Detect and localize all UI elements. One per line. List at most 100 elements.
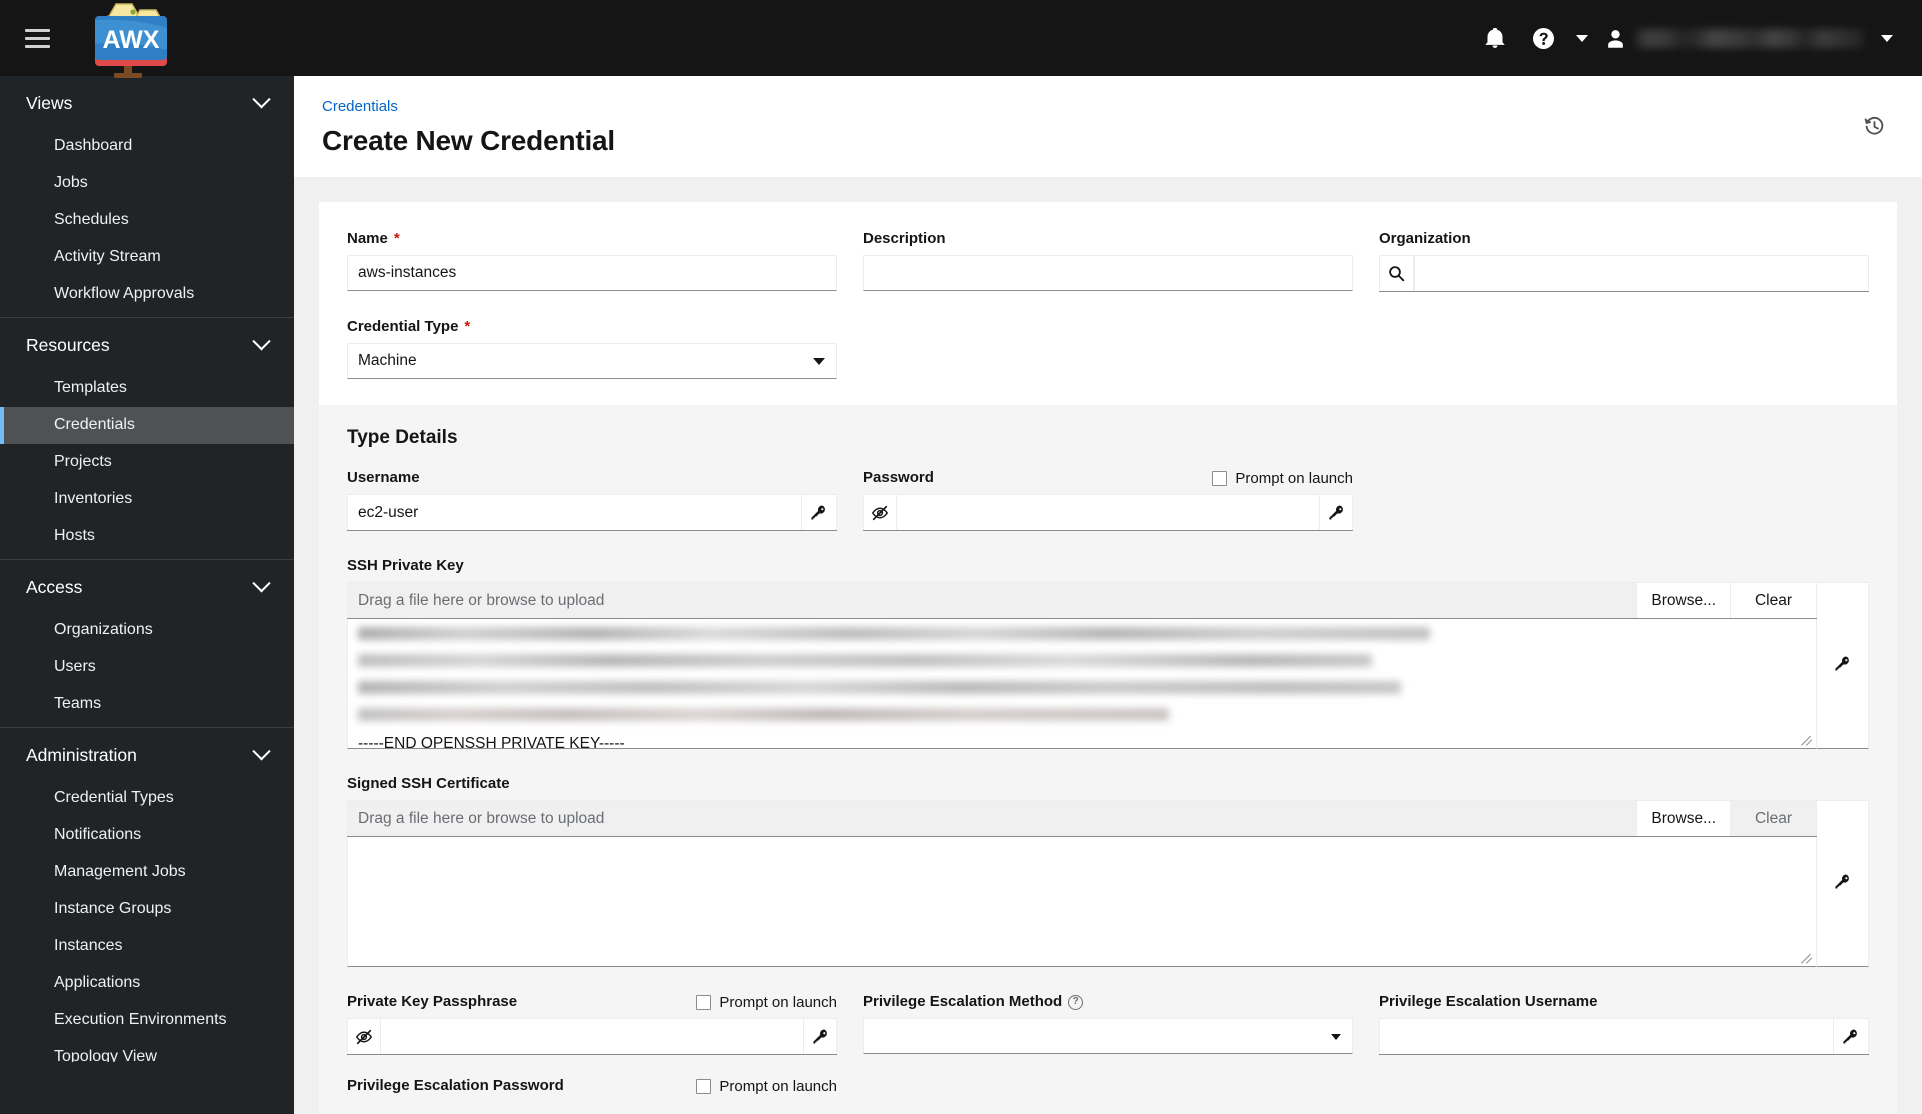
ssh-private-key-textarea[interactable]: -----END OPENSSH PRIVATE KEY----- [347,619,1817,749]
sidebar-item-topology-view[interactable]: Topology View [0,1039,294,1062]
sidebar-item-management-jobs[interactable]: Management Jobs [0,854,294,891]
sidebar-item-notifications[interactable]: Notifications [0,817,294,854]
sidebar-item-organizations[interactable]: Organizations [0,615,294,649]
nav-group-header-views[interactable]: Views [0,76,294,131]
sidebar-item-instances[interactable]: Instances [0,928,294,965]
sidebar-item-hosts[interactable]: Hosts [0,518,294,560]
eye-slash-icon[interactable] [863,494,896,530]
sidebar-item-credentials[interactable]: Credentials [0,406,294,444]
sidebar-item-schedules[interactable]: Schedules [0,202,294,239]
password-label-row: Password Prompt on launch [863,469,1353,487]
breadcrumb-credentials[interactable]: Credentials [322,98,398,115]
name-input[interactable] [347,255,837,291]
organization-label-text: Organization [1379,230,1471,247]
signed-ssh-certificate-textarea-box [347,837,1817,967]
key-icon[interactable] [1833,1018,1869,1054]
password-label: Password [863,469,934,487]
privilege-escalation-username-label-text: Privilege Escalation Username [1379,993,1598,1010]
key-icon[interactable] [801,494,837,530]
sidebar-item-projects[interactable]: Projects [0,444,294,481]
spacer-col [863,318,1353,379]
page-title: Create New Credential [322,125,616,156]
organization-input-group [1379,255,1869,292]
ssh-private-key-textarea-box: -----END OPENSSH PRIVATE KEY----- [347,619,1817,749]
privilege-escalation-username-input[interactable] [1379,1018,1834,1054]
privilege-escalation-method-select[interactable] [863,1018,1353,1054]
passphrase-prompt-on-launch[interactable]: Prompt on launch [696,994,837,1011]
bell-icon[interactable] [1473,16,1517,60]
name-label: Name * [347,230,837,248]
help-caret-down-icon[interactable] [1569,16,1595,60]
description-label-text: Description [863,230,946,247]
prompt-on-launch-checkbox[interactable] [1212,470,1228,486]
signed-ssh-certificate-textarea[interactable] [347,837,1817,967]
sidebar-item-users[interactable]: Users [0,649,294,686]
nav-group-header-access[interactable]: Access [0,560,294,615]
user-caret-down-icon[interactable] [1874,16,1900,60]
password-input[interactable] [895,494,1321,530]
page-header: Credentials Create New Credential [294,76,1922,177]
user-menu[interactable] [1599,16,1870,60]
search-icon[interactable] [1379,255,1415,291]
masthead: AWX [0,0,1922,78]
prompt-on-launch-checkbox[interactable] [696,994,712,1010]
hamburger-icon[interactable] [8,0,66,76]
prompt-on-launch-checkbox[interactable] [696,1078,712,1094]
nav-group-resources: Resources Templates Credentials Projects… [0,317,294,559]
username-input[interactable] [347,494,802,530]
chevron-down-icon [252,742,271,761]
ssh-private-key-browse-button[interactable]: Browse... [1637,582,1731,618]
eye-slash-icon[interactable] [347,1018,380,1054]
sidebar-item-jobs[interactable]: Jobs [0,165,294,202]
signed-ssh-certificate-toolbar: Drag a file here or browse to upload Bro… [347,800,1817,837]
ssh-private-key-dropzone[interactable]: Drag a file here or browse to upload [347,582,1638,618]
ssh-private-key-clear-button[interactable]: Clear [1731,582,1817,618]
ssh-private-key-block: Drag a file here or browse to upload Bro… [347,582,1869,749]
basic-info-section: Name * Description [319,202,1897,405]
private-key-passphrase-label-row: Private Key Passphrase Prompt on launch [347,993,837,1011]
sidebar-item-credential-types[interactable]: Credential Types [0,783,294,817]
sidebar-item-teams[interactable]: Teams [0,686,294,728]
nav-group-header-resources[interactable]: Resources [0,318,294,373]
ssh-private-key-main: Drag a file here or browse to upload Bro… [347,582,1817,749]
organization-input[interactable] [1414,255,1869,291]
signed-ssh-certificate-dropzone[interactable]: Drag a file here or browse to upload [347,800,1638,836]
redacted-key-line [358,627,1430,640]
ssh-private-key-label-text: SSH Private Key [347,557,464,574]
privilege-escalation-password-label-row: Privilege Escalation Password Prompt on … [347,1077,837,1095]
description-input[interactable] [863,255,1353,291]
spacer-col [1379,318,1869,379]
question-circle-icon[interactable]: ? [1068,994,1084,1010]
history-clock-icon[interactable] [1854,106,1894,146]
key-icon[interactable] [1320,494,1353,530]
nav-group-header-administration[interactable]: Administration [0,728,294,783]
prompt-on-launch-label: Prompt on launch [719,1077,837,1095]
organization-field-group: Organization [1379,230,1869,292]
ssh-private-key-key-button[interactable] [1817,582,1869,749]
sidebar-item-execution-environments[interactable]: Execution Environments [0,1002,294,1039]
escalation-password-prompt-on-launch[interactable]: Prompt on launch [696,1078,837,1095]
nav-group-label: Administration [26,745,137,765]
privilege-escalation-username-label: Privilege Escalation Username [1379,993,1869,1011]
sidebar-item-inventories[interactable]: Inventories [0,481,294,518]
user-avatar-icon [1605,28,1626,49]
sidebar-item-instance-groups[interactable]: Instance Groups [0,891,294,928]
sidebar-item-activity-stream[interactable]: Activity Stream [0,239,294,276]
sidebar-item-applications[interactable]: Applications [0,965,294,1002]
sidebar-item-templates[interactable]: Templates [0,373,294,407]
key-icon[interactable] [804,1018,837,1054]
signed-ssh-certificate-key-button[interactable] [1817,800,1869,967]
awx-logo[interactable]: AWX [78,0,184,78]
username-label-row: Username [347,469,837,487]
credential-type-label: Credential Type * [347,318,837,336]
name-label-text: Name [347,230,388,247]
private-key-passphrase-input[interactable] [379,1018,805,1054]
credential-type-select[interactable] [347,343,837,379]
private-key-passphrase-label: Private Key Passphrase [347,993,517,1011]
credentials-row: Username ec2-user Password Prompt on lau… [347,469,1869,531]
password-prompt-on-launch[interactable]: Prompt on launch [1212,470,1353,487]
sidebar-item-workflow-approvals[interactable]: Workflow Approvals [0,276,294,318]
sidebar-item-dashboard[interactable]: Dashboard [0,131,294,165]
signed-ssh-certificate-browse-button[interactable]: Browse... [1637,800,1731,836]
question-circle-icon[interactable] [1521,16,1565,60]
